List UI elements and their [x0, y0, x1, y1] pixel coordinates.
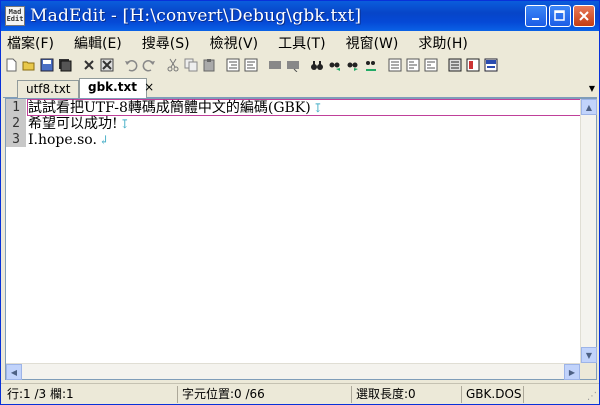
scroll-left-icon[interactable]: ◀ — [6, 364, 22, 380]
vertical-scrollbar[interactable]: ▲ ▼ — [580, 99, 597, 363]
tab-label: utf8.txt — [26, 82, 71, 96]
line-text: I.hope.so. — [28, 132, 97, 148]
minimize-icon — [532, 18, 539, 20]
scroll-right-icon[interactable]: ▶ — [564, 364, 580, 380]
horizontal-scrollbar[interactable]: ◀ ▶ — [6, 363, 580, 380]
editor-area[interactable]: 1 試試看把UTF-8轉碼成簡體中文的編碼(GBK) ↧ 2 希望可以成功! ↧ 3… — [5, 98, 597, 380]
menu-help[interactable]: 求助(H) — [418, 33, 467, 53]
window-title: MadEdit - [H:\convert\Debug\gbk.txt] — [30, 6, 362, 26]
menu-file[interactable]: 檔案(F) — [7, 33, 54, 53]
menu-bar: 檔案(F) 編輯(E) 搜尋(S) 檢視(V) 工具(T) 視窗(W) 求助(H… — [1, 31, 599, 55]
line-number: 2 — [12, 116, 20, 131]
close-icon[interactable] — [81, 57, 97, 73]
eol-marker-icon: ↧ — [312, 101, 323, 115]
undo-icon[interactable] — [123, 57, 139, 73]
menu-tools[interactable]: 工具(T) — [278, 33, 325, 53]
close-x-icon — [579, 11, 589, 21]
madedit-window: Mad Edit MadEdit - [H:\convert\Debug\gbk… — [0, 0, 600, 405]
redo-icon[interactable] — [141, 57, 157, 73]
tab-utf8[interactable]: utf8.txt — [17, 80, 79, 98]
wrap-column-icon[interactable] — [423, 57, 439, 73]
line-text: 希望可以成功! — [28, 116, 118, 132]
line-number: 1 — [12, 100, 20, 115]
editor-line[interactable]: 希望可以成功! ↧ — [28, 116, 130, 132]
app-icon: Mad Edit — [5, 6, 25, 26]
save-all-icon[interactable] — [57, 57, 73, 73]
status-line-col: 行:1 /3 欄:1 — [7, 387, 74, 401]
scroll-up-icon[interactable]: ▲ — [581, 99, 597, 115]
scroll-corner — [580, 363, 596, 379]
close-all-icon[interactable] — [99, 57, 115, 73]
comment-icon[interactable] — [267, 57, 283, 73]
paste-icon[interactable] — [201, 57, 217, 73]
editor-line[interactable]: I.hope.so. ↲ — [28, 132, 109, 148]
resize-grip-icon[interactable]: ⋰ — [587, 391, 597, 402]
tab-close-icon[interactable]: × — [144, 80, 154, 94]
new-icon[interactable] — [3, 57, 19, 73]
close-button[interactable] — [573, 5, 595, 27]
open-icon[interactable] — [21, 57, 37, 73]
title-bar[interactable]: Mad Edit MadEdit - [H:\convert\Debug\gbk… — [1, 1, 599, 31]
line-text: 試試看把UTF-8轉碼成簡體中文的編碼(GBK) — [28, 100, 311, 116]
tab-gbk[interactable]: gbk.txt × — [79, 78, 154, 99]
eol-marker-icon: ↲ — [98, 133, 110, 147]
menu-window[interactable]: 視窗(W) — [346, 33, 399, 53]
maximize-icon — [554, 10, 565, 21]
editor-line[interactable]: 試試看把UTF-8轉碼成簡體中文的編碼(GBK) ↧ — [28, 100, 323, 116]
menu-view[interactable]: 檢視(V) — [210, 33, 259, 53]
column-mode-icon[interactable] — [465, 57, 481, 73]
replace-icon[interactable] — [363, 57, 379, 73]
uncomment-icon[interactable] — [285, 57, 301, 73]
eol-marker-icon: ↧ — [119, 117, 130, 131]
tab-list-arrow-icon[interactable]: ▼ — [589, 84, 595, 93]
menu-edit[interactable]: 編輯(E) — [74, 33, 122, 53]
status-selection: 選取長度:0 — [351, 386, 416, 403]
find-prev-icon[interactable] — [345, 57, 361, 73]
maximize-button[interactable] — [549, 5, 571, 27]
status-encoding: GBK.DOS — [461, 386, 522, 403]
unindent-icon[interactable] — [243, 57, 259, 73]
indent-icon[interactable] — [225, 57, 241, 73]
text-mode-icon[interactable] — [447, 57, 463, 73]
wrap-window-icon[interactable] — [405, 57, 421, 73]
status-bar: 行:1 /3 欄:1 字元位置:0 /66 選取長度:0 GBK.DOS ⋰ — [1, 383, 599, 404]
wrap-none-icon[interactable] — [387, 57, 403, 73]
save-icon[interactable] — [39, 57, 55, 73]
scroll-down-icon[interactable]: ▼ — [581, 347, 597, 363]
line-number: 3 — [12, 132, 20, 147]
find-next-icon[interactable] — [327, 57, 343, 73]
tab-bar: utf8.txt gbk.txt × ▼ — [3, 78, 597, 99]
minimize-button[interactable] — [525, 5, 547, 27]
hex-mode-icon[interactable] — [483, 57, 499, 73]
tab-label: gbk.txt — [88, 80, 137, 94]
status-extra — [523, 386, 583, 403]
toolbar — [1, 55, 599, 75]
copy-icon[interactable] — [183, 57, 199, 73]
menu-search[interactable]: 搜尋(S) — [142, 33, 190, 53]
status-char-pos: 字元位置:0 /66 — [177, 386, 265, 403]
cut-icon[interactable] — [165, 57, 181, 73]
find-icon[interactable] — [309, 57, 325, 73]
